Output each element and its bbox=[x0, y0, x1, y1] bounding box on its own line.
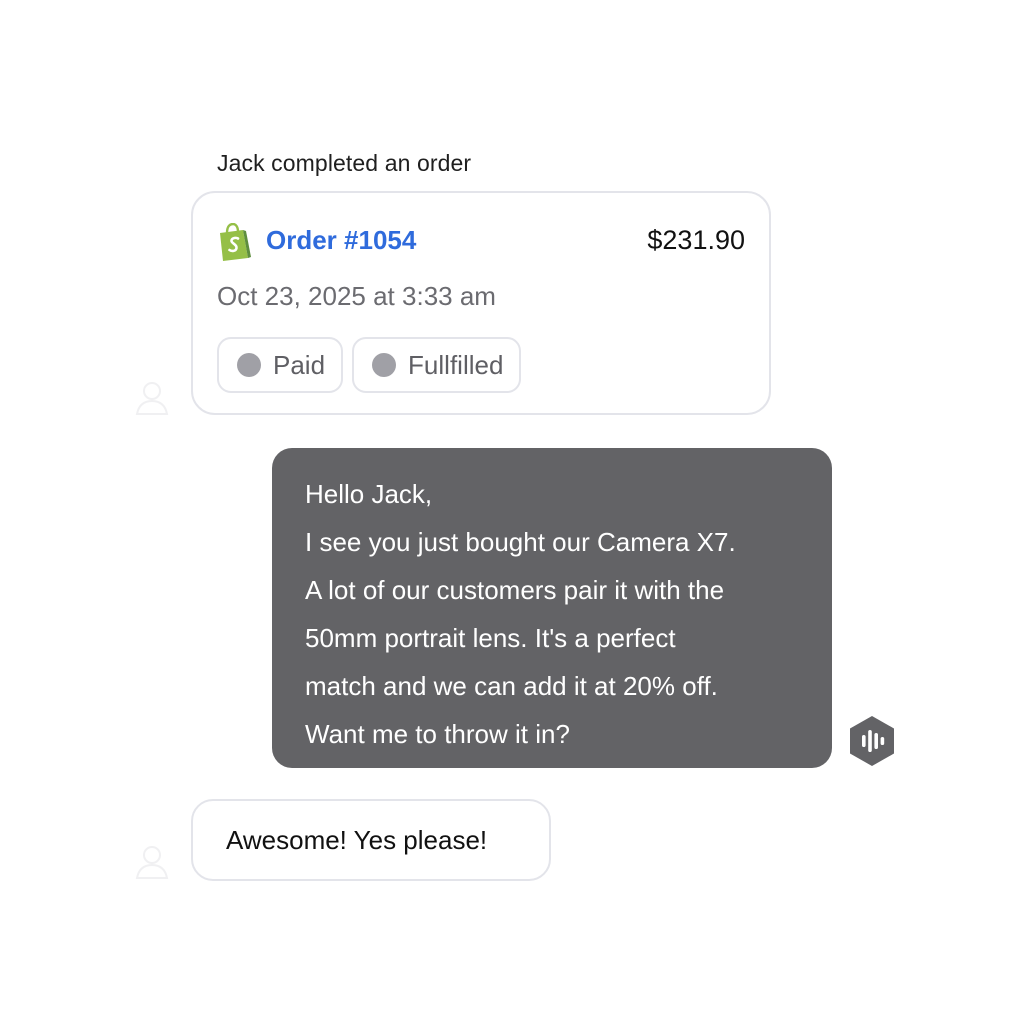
agent-message-line: I see you just bought our Camera X7. bbox=[305, 527, 736, 557]
agent-message-line: match and we can add it at 20% off. bbox=[305, 671, 718, 701]
order-number-link[interactable]: Order #1054 bbox=[266, 225, 416, 256]
agent-message-line: A lot of our customers pair it with the bbox=[305, 575, 725, 605]
status-dot-icon bbox=[372, 353, 397, 377]
order-date: Oct 23, 2025 at 3:33 am bbox=[217, 281, 496, 311]
agent-message-line: 50mm portrait lens. It's a perfect bbox=[305, 623, 676, 653]
voice-waveform-icon bbox=[847, 715, 897, 767]
order-total: $231.90 bbox=[647, 225, 745, 255]
order-card[interactable]: Order #1054 $231.90 Oct 23, 2025 at 3:33… bbox=[191, 191, 771, 415]
status-dot-icon bbox=[237, 353, 261, 377]
customer-avatar-icon bbox=[129, 374, 175, 420]
agent-message-line: Hello Jack, bbox=[305, 479, 433, 509]
status-badge-label: Paid bbox=[273, 349, 326, 380]
customer-message-text: Awesome! Yes please! bbox=[226, 824, 488, 855]
customer-message-bubble: Awesome! Yes please! bbox=[191, 799, 551, 881]
status-badge-paid: Paid bbox=[217, 337, 344, 393]
agent-message-line: Want me to throw it in? bbox=[305, 719, 570, 749]
shopify-bag-icon bbox=[217, 223, 251, 261]
order-status-badges: Paid Fullfilled bbox=[217, 337, 522, 393]
status-badge-fulfilled: Fullfilled bbox=[352, 337, 522, 393]
chat-canvas: Jack completed an order Order #1054 $231… bbox=[0, 0, 1024, 1024]
agent-message-bubble: Hello Jack, I see you just bought our Ca… bbox=[272, 448, 832, 768]
status-badge-label: Fullfilled bbox=[408, 349, 504, 380]
order-event-label: Jack completed an order bbox=[217, 150, 472, 176]
customer-avatar-icon bbox=[129, 838, 175, 884]
order-header: Order #1054 $231.90 bbox=[217, 223, 745, 261]
